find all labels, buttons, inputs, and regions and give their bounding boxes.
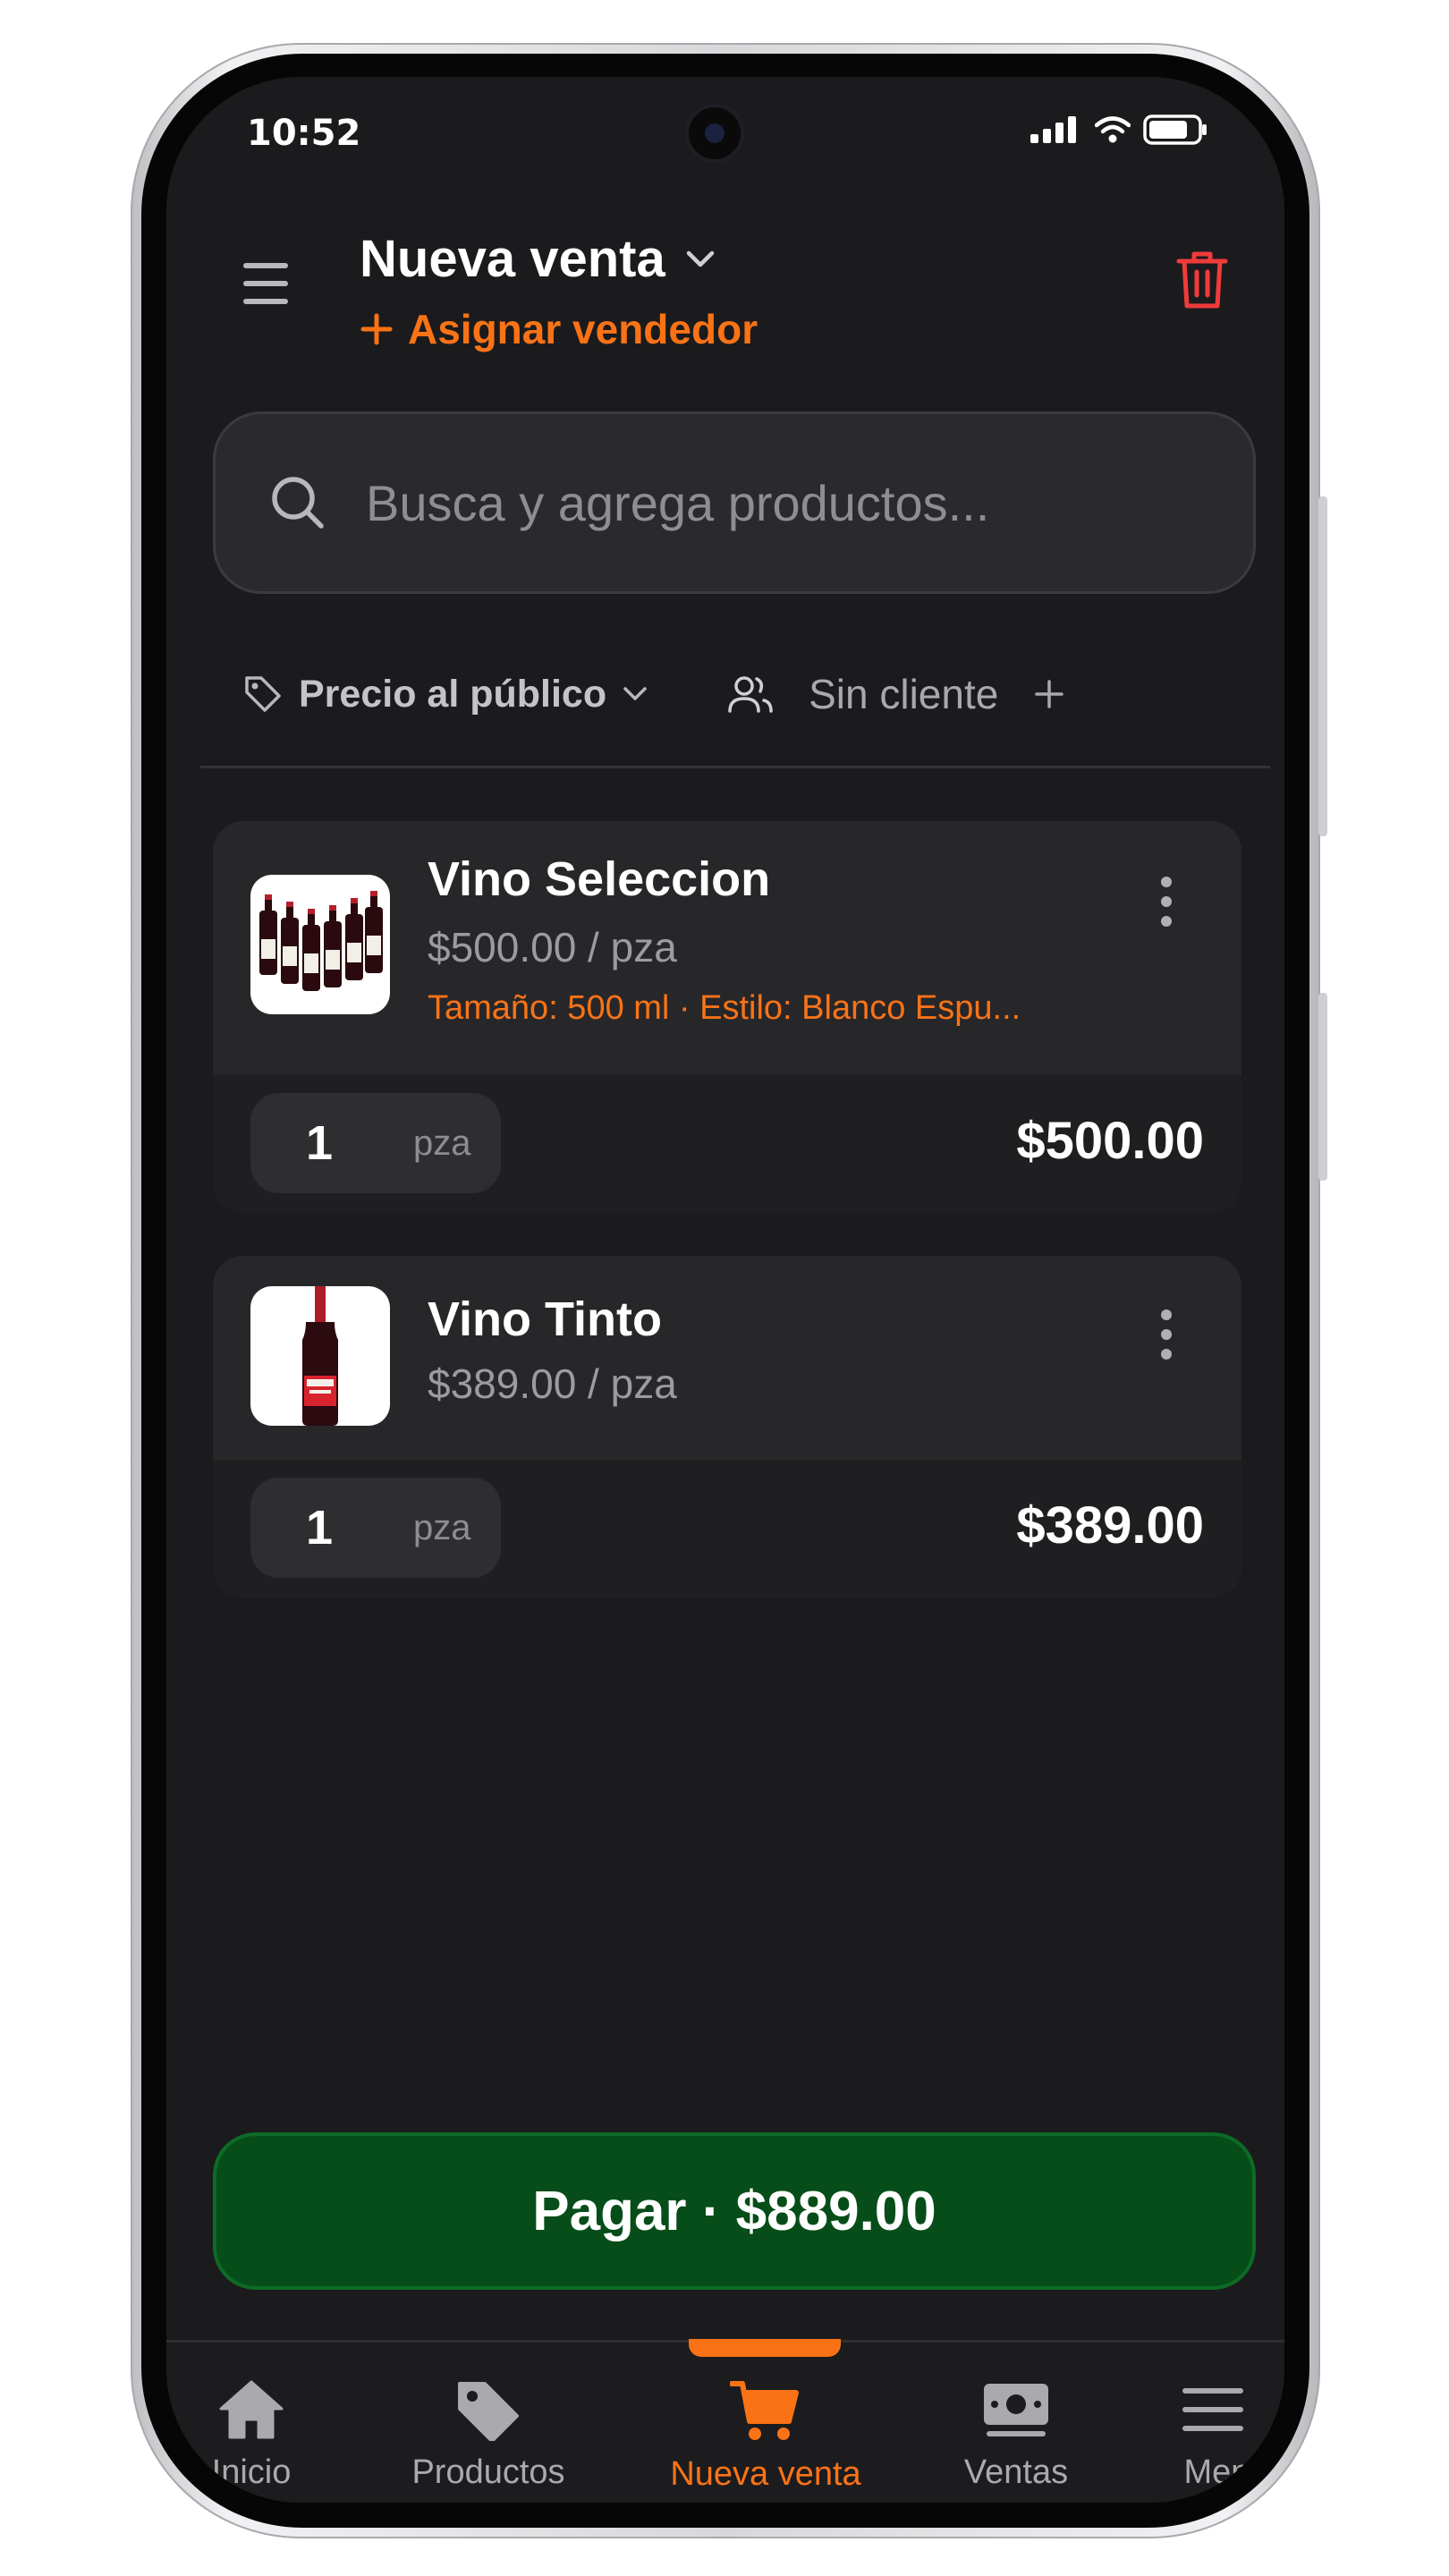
- nav-label: Inicio: [211, 2453, 292, 2491]
- cart-item[interactable]: Vino Seleccion $500.00 / pza Tamaño: 500…: [213, 821, 1241, 1213]
- front-camera: [685, 104, 744, 163]
- plus-icon: [1035, 680, 1064, 708]
- cart-item-details: Vino Seleccion $500.00 / pza Tamaño: 500…: [213, 821, 1241, 1075]
- more-options-icon[interactable]: [1161, 877, 1174, 936]
- status-time: 10:52: [247, 113, 361, 154]
- more-options-icon[interactable]: [1161, 1309, 1174, 1368]
- product-unit-price: $389.00 / pza: [428, 1360, 677, 1407]
- menu-icon: [1182, 2388, 1243, 2431]
- cart-item[interactable]: Vino Tinto $389.00 / pza 1 pza $389.00: [213, 1256, 1241, 1597]
- quantity-value: 1: [306, 1501, 334, 1555]
- pay-button[interactable]: Pagar · $889.00: [213, 2132, 1256, 2290]
- price-list-dropdown[interactable]: Precio al público: [243, 673, 648, 716]
- nav-label: Productos: [411, 2453, 565, 2491]
- cart-item-quantity-row: 1 pza $500.00: [213, 1075, 1241, 1213]
- nav-label: Ventas: [963, 2453, 1069, 2491]
- divider: [200, 766, 1270, 768]
- assign-seller-link[interactable]: Asignar vendedor: [360, 305, 758, 353]
- nav-item-inicio[interactable]: Inicio: [166, 2378, 336, 2492]
- users-icon: [728, 676, 773, 713]
- cart-icon: [730, 2381, 799, 2440]
- product-name: Vino Seleccion: [428, 852, 771, 906]
- cart-item-details: Vino Tinto $389.00 / pza: [213, 1256, 1241, 1460]
- nav-item-ventas[interactable]: Ventas: [927, 2378, 1106, 2492]
- product-name: Vino Tinto: [428, 1292, 662, 1346]
- hamburger-menu-button[interactable]: [243, 263, 295, 308]
- nav-label: Menú: [1183, 2453, 1269, 2491]
- cart-item-quantity-row: 1 pza $389.00: [213, 1460, 1241, 1597]
- nav-item-productos[interactable]: Productos: [390, 2378, 587, 2492]
- nav-item-nueva-venta[interactable]: Nueva venta: [649, 2378, 882, 2494]
- plus-icon: [360, 313, 393, 345]
- header-title-group: Nueva venta Asignar vendedor: [360, 229, 758, 353]
- filter-row: Precio al público Sin cliente: [243, 658, 1227, 730]
- signal-icon: [1030, 116, 1076, 143]
- chevron-down-icon: [623, 687, 647, 700]
- nav-item-menu[interactable]: Menú: [1141, 2378, 1284, 2492]
- tag-icon: [458, 2382, 519, 2441]
- line-total: $500.00: [1016, 1112, 1204, 1170]
- delete-sale-button[interactable]: [1175, 249, 1229, 315]
- trash-icon: [1176, 251, 1228, 309]
- search-icon: [272, 477, 324, 529]
- quantity-stepper[interactable]: 1 pza: [250, 1478, 501, 1578]
- wifi-icon: [1095, 116, 1131, 143]
- quantity-stepper[interactable]: 1 pza: [250, 1093, 501, 1193]
- client-label: Sin cliente: [809, 671, 999, 717]
- product-unit-price: $500.00 / pza: [428, 924, 677, 970]
- power-button: [1318, 496, 1327, 836]
- product-image: [250, 875, 390, 1014]
- chevron-down-icon: [686, 250, 714, 267]
- page-title: Nueva venta: [360, 230, 665, 288]
- battery-icon: [1143, 114, 1207, 145]
- quantity-unit: pza: [413, 1123, 471, 1163]
- search-placeholder: Busca y agrega productos...: [366, 474, 990, 531]
- assign-seller-label: Asignar vendedor: [408, 306, 758, 352]
- product-image: [250, 1286, 390, 1426]
- active-tab-indicator: [689, 2339, 841, 2357]
- client-selector[interactable]: Sin cliente: [728, 670, 1064, 718]
- price-list-label: Precio al público: [299, 672, 607, 716]
- price-tag-icon: [245, 676, 281, 712]
- product-search-input[interactable]: Busca y agrega productos...: [213, 411, 1256, 594]
- quantity-value: 1: [306, 1116, 334, 1170]
- cash-icon: [984, 2384, 1048, 2436]
- nav-label: Nueva venta: [670, 2455, 861, 2493]
- status-icons: [1030, 114, 1208, 145]
- home-icon: [219, 2380, 284, 2439]
- bottom-nav: Inicio Productos Nueva venta Ventas Menú: [166, 2339, 1284, 2503]
- product-variant: Tamaño: 500 ml · Estilo: Blanco Espu...: [428, 989, 1021, 1027]
- app-screen: 10:52 Nueva venta Asignar vendedor Busca…: [166, 77, 1284, 2503]
- quantity-unit: pza: [413, 1507, 471, 1547]
- volume-button: [1318, 993, 1327, 1181]
- sale-title-dropdown[interactable]: Nueva venta: [360, 229, 758, 289]
- line-total: $389.00: [1016, 1496, 1204, 1555]
